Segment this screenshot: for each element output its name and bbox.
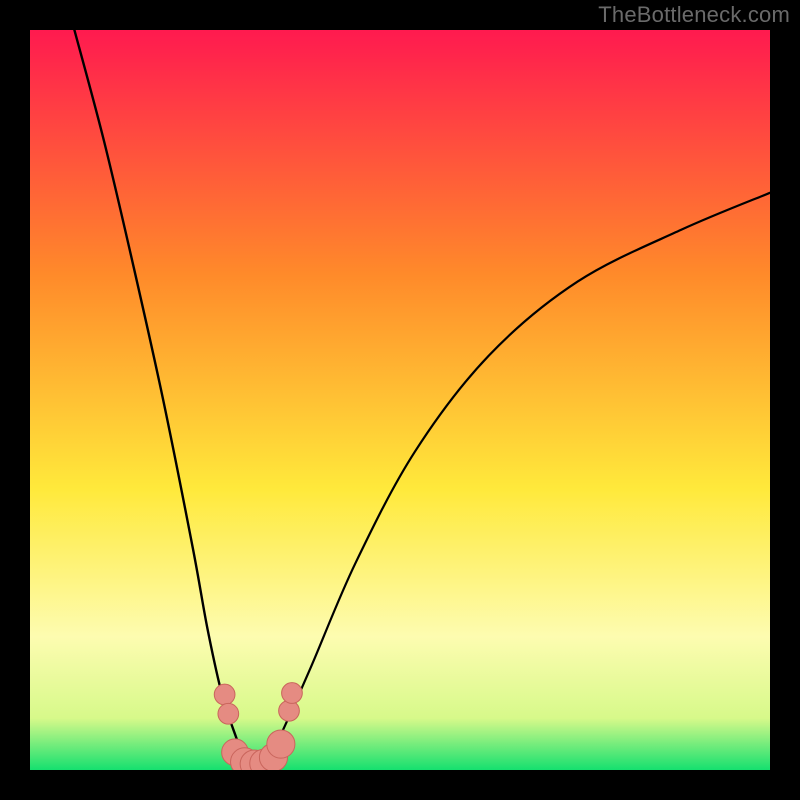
trough-marker bbox=[279, 700, 300, 721]
chart-frame: TheBottleneck.com bbox=[0, 0, 800, 800]
bottleneck-chart bbox=[30, 30, 770, 770]
trough-marker bbox=[214, 684, 235, 705]
gradient-background bbox=[30, 30, 770, 770]
watermark-text: TheBottleneck.com bbox=[598, 2, 790, 28]
trough-marker bbox=[218, 703, 239, 724]
trough-marker bbox=[267, 730, 295, 758]
trough-marker bbox=[282, 683, 303, 704]
